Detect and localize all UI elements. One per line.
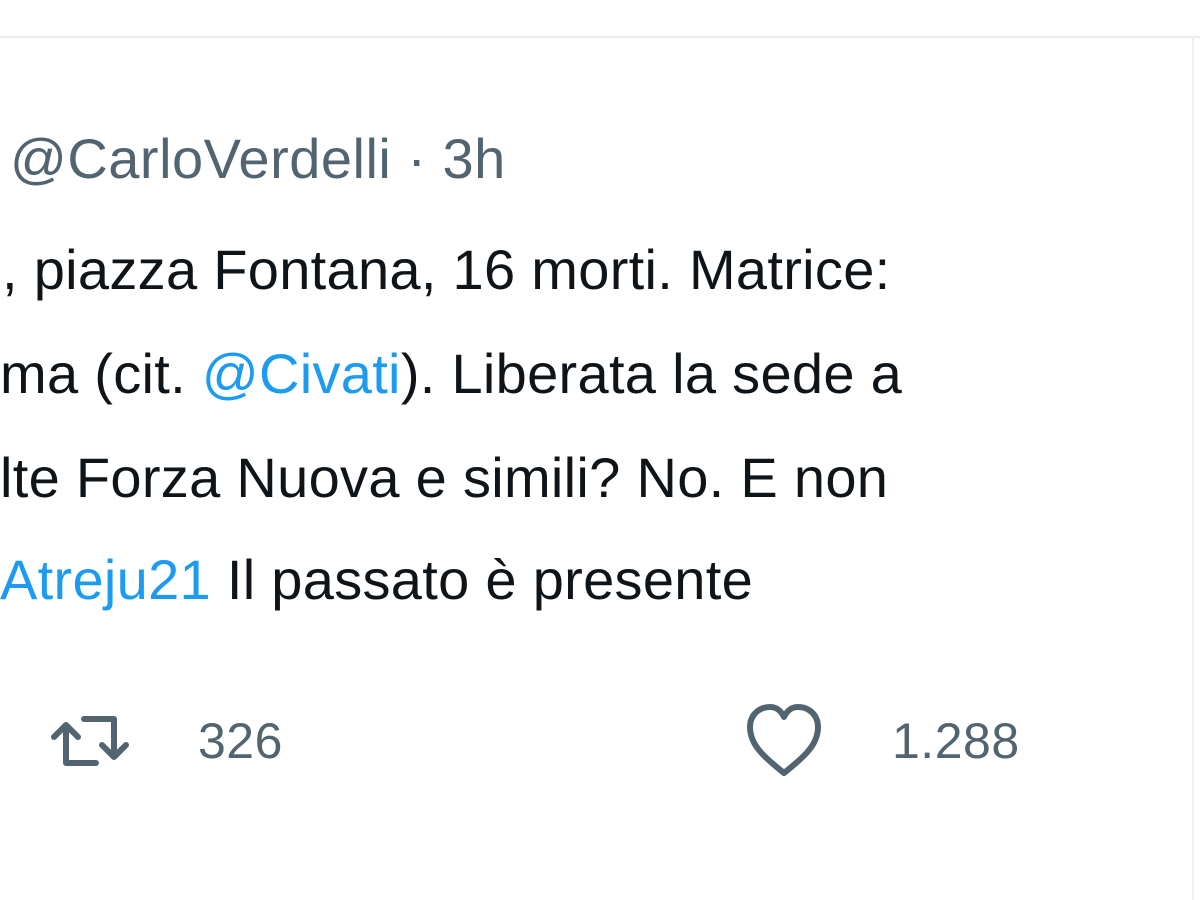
hashtag-link[interactable]: Atreju21: [0, 548, 211, 611]
mention-link[interactable]: @Civati: [202, 342, 401, 405]
author-handle[interactable]: @CarloVerdelli: [10, 126, 391, 191]
tweet-text-line-3: lte Forza Nuova e simili? No. E non: [0, 440, 888, 516]
meta-separator: ·: [407, 126, 427, 190]
tweet-text-line-1: , piazza Fontana, 16 morti. Matrice:: [2, 232, 891, 308]
tweet-text-line-2: ma (cit. @Civati). Liberata la sede a: [0, 336, 902, 412]
tweet-time[interactable]: 3h: [443, 126, 506, 191]
tweet-text-segment: ). Liberata la sede a: [400, 342, 903, 405]
like-count: 1.288: [892, 713, 1020, 769]
heart-icon[interactable]: [740, 697, 828, 785]
tweet-text-line-4: Atreju21 Il passato è presente: [0, 542, 753, 618]
tweet-text-segment: lte Forza Nuova e simili? No. E non: [0, 446, 889, 509]
retweet-count: 326: [198, 713, 283, 769]
tweet-text-segment: , piazza Fontana, 16 morti. Matrice:: [2, 238, 891, 301]
tweet-text-segment: ma (cit.: [0, 342, 202, 405]
like-button[interactable]: 1.288: [740, 696, 1020, 786]
tweet-actions: 326 1.288: [0, 696, 1200, 786]
retweet-button[interactable]: 326: [46, 696, 283, 786]
tweet-screenshot: @CarloVerdelli · 3h , piazza Fontana, 16…: [0, 0, 1200, 900]
tweet-header: @CarloVerdelli · 3h: [10, 122, 506, 194]
tweet-text-segment: Il passato è presente: [210, 548, 754, 611]
retweet-icon[interactable]: [46, 697, 134, 785]
top-divider: [0, 36, 1200, 38]
